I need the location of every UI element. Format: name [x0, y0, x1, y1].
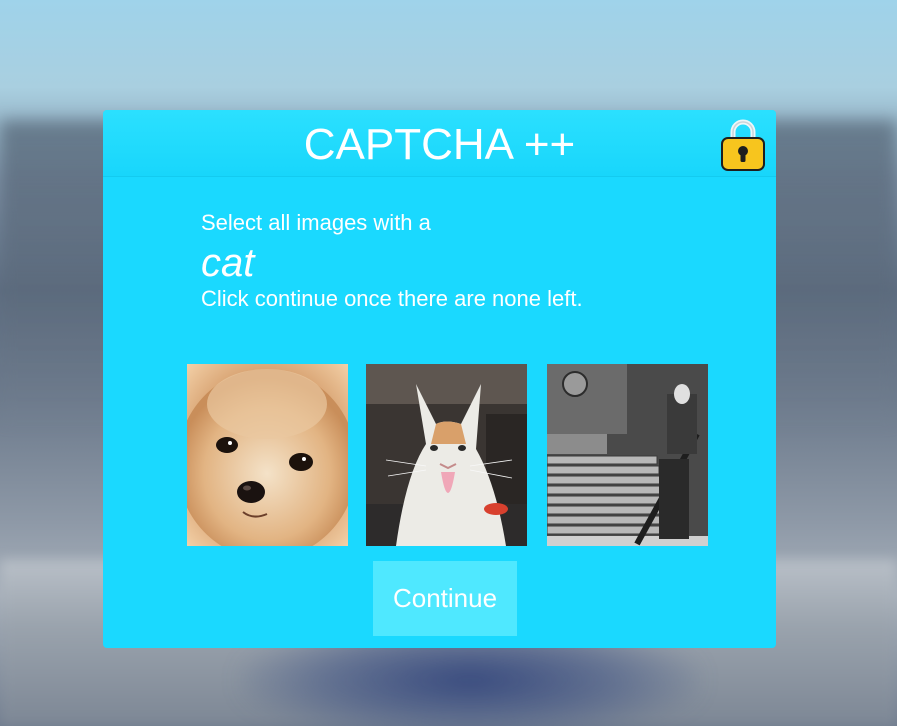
- instructions: Select all images with a cat Click conti…: [201, 208, 583, 314]
- image-tile-cat[interactable]: [366, 364, 527, 546]
- dialog-header: CAPTCHA ++: [103, 110, 776, 177]
- target-word: cat: [201, 241, 255, 285]
- staircase-image: [547, 364, 708, 546]
- image-tile-staircase[interactable]: [547, 364, 708, 546]
- cat-image: [366, 364, 527, 546]
- captcha-dialog: CAPTCHA ++ Select all images with a cat …: [103, 110, 776, 648]
- instruction-suffix: Click continue once there are none left.: [201, 286, 583, 311]
- padlock-icon: [720, 116, 766, 172]
- pomeranian-image: [187, 364, 348, 546]
- image-tile-dog[interactable]: [187, 364, 348, 546]
- instruction-prefix: Select all images with a: [201, 210, 431, 235]
- continue-button[interactable]: Continue: [373, 561, 517, 636]
- dialog-title: CAPTCHA ++: [303, 120, 576, 169]
